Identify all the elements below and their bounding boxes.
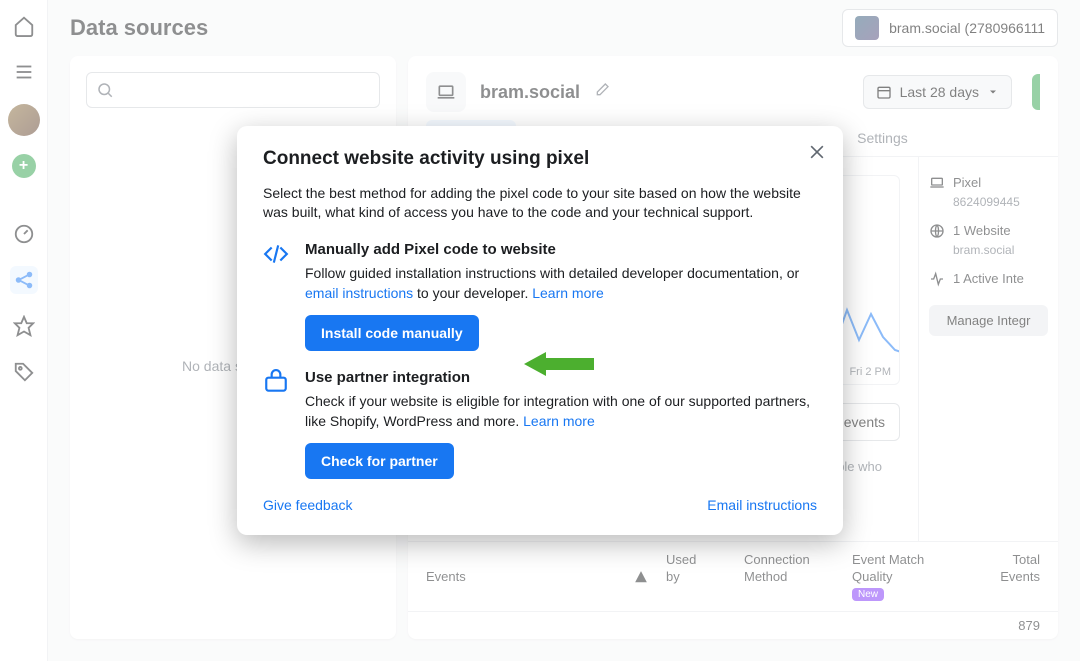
give-feedback-link[interactable]: Give feedback	[263, 497, 353, 513]
option-manual: Manually add Pixel code to website Follo…	[263, 241, 817, 351]
install-manually-button[interactable]: Install code manually	[305, 315, 479, 351]
check-partner-button[interactable]: Check for partner	[305, 443, 454, 479]
email-instructions-footer-link[interactable]: Email instructions	[707, 497, 817, 513]
modal-intro: Select the best method for adding the pi…	[263, 184, 817, 223]
learn-more-link-1[interactable]: Learn more	[532, 285, 604, 301]
option-partner: Use partner integration Check if your we…	[263, 369, 817, 479]
modal-title: Connect website activity using pixel	[263, 148, 817, 170]
annotation-arrow	[524, 350, 594, 378]
opt2-text: Check if your website is eligible for in…	[305, 392, 817, 431]
modal-footer: Give feedback Email instructions	[263, 497, 817, 513]
code-icon	[263, 241, 291, 351]
connect-modal: Connect website activity using pixel Sel…	[237, 126, 843, 536]
close-icon[interactable]	[807, 142, 827, 167]
opt1-text: Follow guided installation instructions …	[305, 264, 817, 303]
email-instructions-link[interactable]: email instructions	[305, 285, 413, 301]
opt1-title: Manually add Pixel code to website	[305, 241, 817, 258]
learn-more-link-2[interactable]: Learn more	[523, 413, 595, 429]
partner-icon	[263, 369, 291, 479]
modal-overlay: Connect website activity using pixel Sel…	[0, 0, 1080, 661]
